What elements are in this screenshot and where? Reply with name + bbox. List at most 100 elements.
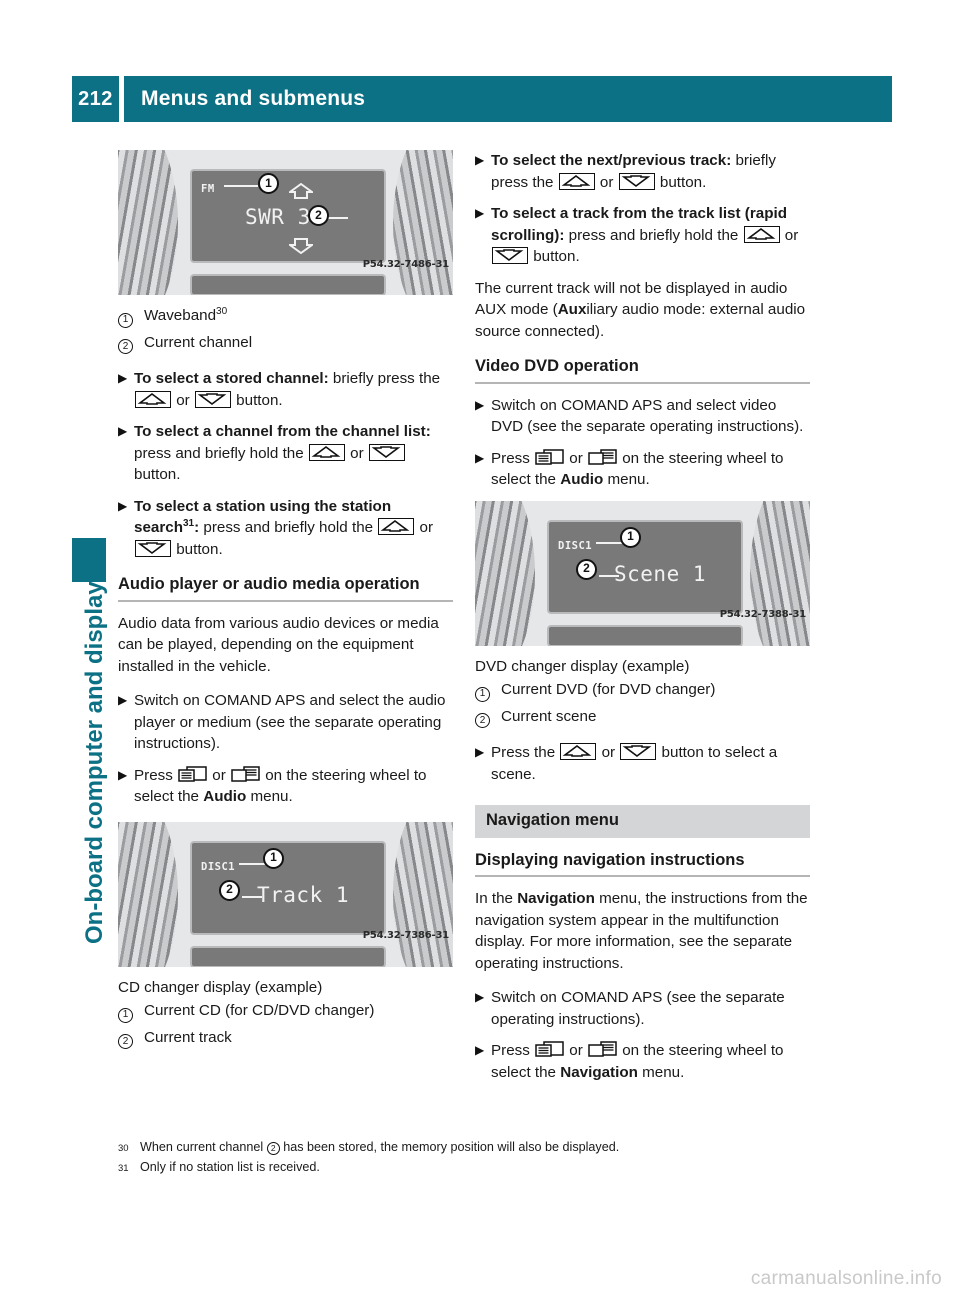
legend-text: Current DVD (for DVD changer) xyxy=(501,681,716,698)
arrow-up-key-icon[interactable] xyxy=(558,172,595,190)
legend-item: 2 Current track xyxy=(118,1027,453,1052)
instruction-text: Switch on COMAND APS (see the separate o… xyxy=(491,989,785,1028)
page-header: 212 Menus and submenus xyxy=(72,76,892,122)
instruction-bullet: ▶ Switch on COMAND APS and select the au… xyxy=(118,690,453,755)
legend-text: Waveband30 xyxy=(144,305,228,324)
instruction-text: Press or on the steering wheel to select… xyxy=(134,765,427,805)
arrow-down-key-icon[interactable] xyxy=(135,539,171,557)
bullet-arrow-icon: ▶ xyxy=(475,450,485,465)
window-left-key-icon[interactable] xyxy=(535,1041,564,1059)
arrow-down-key-icon[interactable] xyxy=(368,443,405,461)
leader-line-1 xyxy=(596,541,624,544)
footnote-text: Only if no station list is received. xyxy=(140,1160,320,1174)
cd-track-text: Track 1 xyxy=(257,882,350,907)
section-heading-video-dvd: Video DVD operation xyxy=(475,356,810,384)
legend-text: Current track xyxy=(144,1028,232,1046)
radio-display-screen: FM SWR 3 xyxy=(190,169,386,263)
leader-line-2 xyxy=(242,895,262,898)
instruction-bullet: ▶ To select the next/previous track: bri… xyxy=(475,150,810,193)
legend-number: 1 xyxy=(118,305,144,330)
bullet-arrow-icon: ▶ xyxy=(475,153,485,167)
cluster-dial-left-icon xyxy=(118,821,178,967)
legend-text: Current scene xyxy=(501,707,597,725)
section-band-navigation-menu: Navigation menu xyxy=(475,805,810,838)
legend-item: 2 Current scene xyxy=(475,706,810,731)
window-right-key-icon[interactable] xyxy=(588,448,617,467)
caption-dvd: DVD changer display (example) xyxy=(475,657,690,675)
instruction-text: To select the next/previous track: brief… xyxy=(491,152,776,191)
instruction-bullet: ▶ To select a channel from the channel l… xyxy=(118,421,453,486)
callout-2: 2 xyxy=(308,205,329,226)
instruction-bullet: ▶ Press the or button to select a scene. xyxy=(475,742,810,785)
window-right-key-icon[interactable] xyxy=(231,765,260,784)
legend-number: 2 xyxy=(475,706,501,731)
arrow-up-key-icon[interactable] xyxy=(560,743,597,760)
chapter-side-tab-label: On-board computer and displays xyxy=(81,567,108,944)
instruction-text: Switch on COMAND APS and select video DV… xyxy=(491,396,804,436)
bullet-arrow-icon: ▶ xyxy=(118,424,128,438)
bullet-arrow-icon: ▶ xyxy=(118,693,128,707)
instruction-bullet: ▶ To select a station using the station … xyxy=(118,496,453,561)
instruction-bullet: ▶ To select a stored channel: briefly pr… xyxy=(118,368,453,411)
arrow-up-glyph-icon xyxy=(289,183,313,199)
instruction-text: To select a channel from the channel lis… xyxy=(134,423,431,483)
footnotes: 30 When current channel 2 has been store… xyxy=(118,1138,818,1178)
radio-waveband-text: FM xyxy=(201,183,215,195)
legend-item: 2 Current channel xyxy=(118,332,453,357)
footnote-item: 31 Only if no station list is received. xyxy=(118,1158,818,1178)
bullet-arrow-icon: ▶ xyxy=(475,206,485,220)
figure-dvd-display: DISC1 Scene 1 1 2 P54.32-7388-31 xyxy=(475,500,810,646)
figure-reference-code: P54.32-7388-31 xyxy=(719,609,806,620)
legend-item: 1 Current CD (for CD/DVD changer) xyxy=(118,1000,453,1025)
bullet-arrow-icon: ▶ xyxy=(475,1043,485,1057)
radio-display-lower-bar xyxy=(190,274,386,295)
instruction-text: To select a station using the station se… xyxy=(134,497,434,558)
bullet-arrow-icon: ▶ xyxy=(475,990,485,1004)
callout-1: 1 xyxy=(263,847,284,869)
instruction-text: To select a stored channel: briefly pres… xyxy=(134,370,441,409)
footnote-text: When current channel 2 has been stored, … xyxy=(140,1140,620,1155)
arrow-up-key-icon[interactable] xyxy=(308,443,345,461)
footnote-number: 31 xyxy=(118,1163,129,1174)
right-column: ▶ To select the next/previous track: bri… xyxy=(475,150,810,1093)
aux-note-paragraph: The current track will not be displayed … xyxy=(475,279,806,340)
instruction-text: To select a track from the track list (r… xyxy=(491,205,799,265)
window-left-key-icon[interactable] xyxy=(535,448,564,467)
callout-2: 2 xyxy=(576,558,597,580)
chapter-tab-marker xyxy=(72,538,106,582)
page-title: Menus and submenus xyxy=(124,76,892,122)
arrow-down-key-icon[interactable] xyxy=(492,247,528,264)
arrow-down-glyph-icon xyxy=(289,238,313,254)
page-number: 212 xyxy=(72,76,119,122)
caption-cd: CD changer display (example) xyxy=(118,978,323,996)
window-left-key-icon[interactable] xyxy=(178,765,207,784)
leader-line-1 xyxy=(224,185,258,188)
arrow-up-key-icon[interactable] xyxy=(743,225,780,243)
nav-intro-paragraph: In the Navigation menu, the instructions… xyxy=(475,890,808,972)
bullet-arrow-icon: ▶ xyxy=(475,745,485,759)
instruction-bullet: ▶ Press or on the steering wheel to sele… xyxy=(118,765,453,808)
cluster-dial-left-icon xyxy=(475,500,535,646)
arrow-down-key-icon[interactable] xyxy=(194,390,231,408)
legend-number: 2 xyxy=(118,332,144,357)
instruction-bullet: ▶ To select a track from the track list … xyxy=(475,203,810,268)
bullet-arrow-icon: ▶ xyxy=(118,371,128,385)
leader-line-1 xyxy=(239,862,267,865)
instruction-text: Press the or button to select a scene. xyxy=(491,743,778,783)
dvd-scene-text: Scene 1 xyxy=(614,561,707,586)
arrow-up-key-icon[interactable] xyxy=(378,518,415,535)
window-right-key-icon[interactable] xyxy=(588,1041,617,1059)
figure-reference-code: P54.32-7386-31 xyxy=(362,930,449,941)
site-watermark: carmanualsonline.info xyxy=(750,1268,942,1289)
figure-radio-display: FM SWR 3 1 2 P54.32-7486-31 xyxy=(118,150,453,295)
section-heading-nav-instructions: Displaying navigation instructions xyxy=(475,850,810,877)
cd-display-lower-bar xyxy=(190,945,386,967)
bullet-arrow-icon: ▶ xyxy=(118,767,128,782)
arrow-down-key-icon[interactable] xyxy=(618,172,655,190)
bullet-arrow-icon: ▶ xyxy=(118,498,128,513)
arrow-up-key-icon[interactable] xyxy=(135,390,171,408)
callout-1: 1 xyxy=(258,173,279,194)
instruction-text: Press or on the steering wheel to select… xyxy=(491,448,784,488)
legend-number: 1 xyxy=(118,1000,144,1025)
arrow-down-key-icon[interactable] xyxy=(620,743,657,760)
